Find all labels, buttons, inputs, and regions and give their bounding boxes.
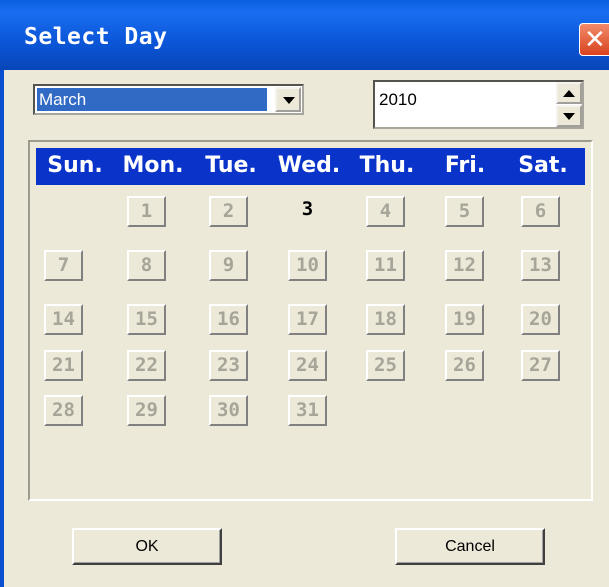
day-button[interactable]: 13 <box>521 250 560 281</box>
day-button[interactable]: 17 <box>288 304 327 335</box>
day-button[interactable]: 1 <box>127 196 166 227</box>
day-button[interactable]: 11 <box>366 250 405 281</box>
day-button[interactable]: 5 <box>445 196 484 227</box>
selected-day[interactable]: 3 <box>288 196 327 227</box>
day-button[interactable]: 9 <box>209 250 248 281</box>
day-button[interactable]: 12 <box>445 250 484 281</box>
day-button[interactable]: 15 <box>127 304 166 335</box>
day-button[interactable]: 22 <box>127 350 166 381</box>
day-button[interactable]: 27 <box>521 350 560 381</box>
day-button[interactable]: 19 <box>445 304 484 335</box>
weekday-label: Tue. <box>205 153 257 178</box>
close-button[interactable]: ✕ <box>579 23 609 56</box>
day-button[interactable]: 25 <box>366 350 405 381</box>
day-button[interactable]: 21 <box>44 350 83 381</box>
day-button[interactable]: 29 <box>127 395 166 426</box>
weekday-label: Mon. <box>122 153 184 178</box>
year-value: 2010 <box>379 90 417 109</box>
weekday-label: Sun. <box>47 153 103 178</box>
day-button[interactable]: 4 <box>366 196 405 227</box>
weekday-label: Fri. <box>444 153 486 178</box>
year-decrement-button[interactable] <box>556 105 582 127</box>
day-button[interactable]: 18 <box>366 304 405 335</box>
weekday-label: Sat. <box>518 153 568 178</box>
month-dropdown-value: March <box>37 88 267 111</box>
chevron-down-icon[interactable] <box>275 87 301 112</box>
window-border <box>0 70 4 587</box>
ok-button[interactable]: OK <box>72 528 222 565</box>
day-button[interactable]: 16 <box>209 304 248 335</box>
day-button[interactable]: 7 <box>44 250 83 281</box>
day-button[interactable]: 26 <box>445 350 484 381</box>
day-button[interactable]: 2 <box>209 196 248 227</box>
day-button[interactable]: 20 <box>521 304 560 335</box>
day-button[interactable]: 23 <box>209 350 248 381</box>
day-button[interactable]: 30 <box>209 395 248 426</box>
weekday-label: Wed. <box>277 153 341 178</box>
year-increment-button[interactable] <box>556 82 582 104</box>
day-button[interactable]: 6 <box>521 196 560 227</box>
weekday-header: Sun. Mon. Tue. Wed. Thu. Fri. Sat. <box>36 148 585 185</box>
year-spinner[interactable]: 2010 <box>373 80 584 129</box>
window-title: Select Day <box>24 24 168 50</box>
day-button[interactable]: 14 <box>44 304 83 335</box>
month-dropdown[interactable]: March <box>33 84 304 115</box>
day-button[interactable]: 28 <box>44 395 83 426</box>
day-button[interactable]: 31 <box>288 395 327 426</box>
select-day-dialog: Select Day ✕ March 2010 Sun. Mon. Tue. Wed.… <box>0 0 609 587</box>
cancel-button[interactable]: Cancel <box>395 528 545 565</box>
close-icon: ✕ <box>584 25 606 55</box>
day-button[interactable]: 24 <box>288 350 327 381</box>
weekday-label: Thu. <box>359 153 415 178</box>
day-button[interactable]: 10 <box>288 250 327 281</box>
title-bar[interactable]: Select Day ✕ <box>0 0 609 70</box>
day-button[interactable]: 8 <box>127 250 166 281</box>
